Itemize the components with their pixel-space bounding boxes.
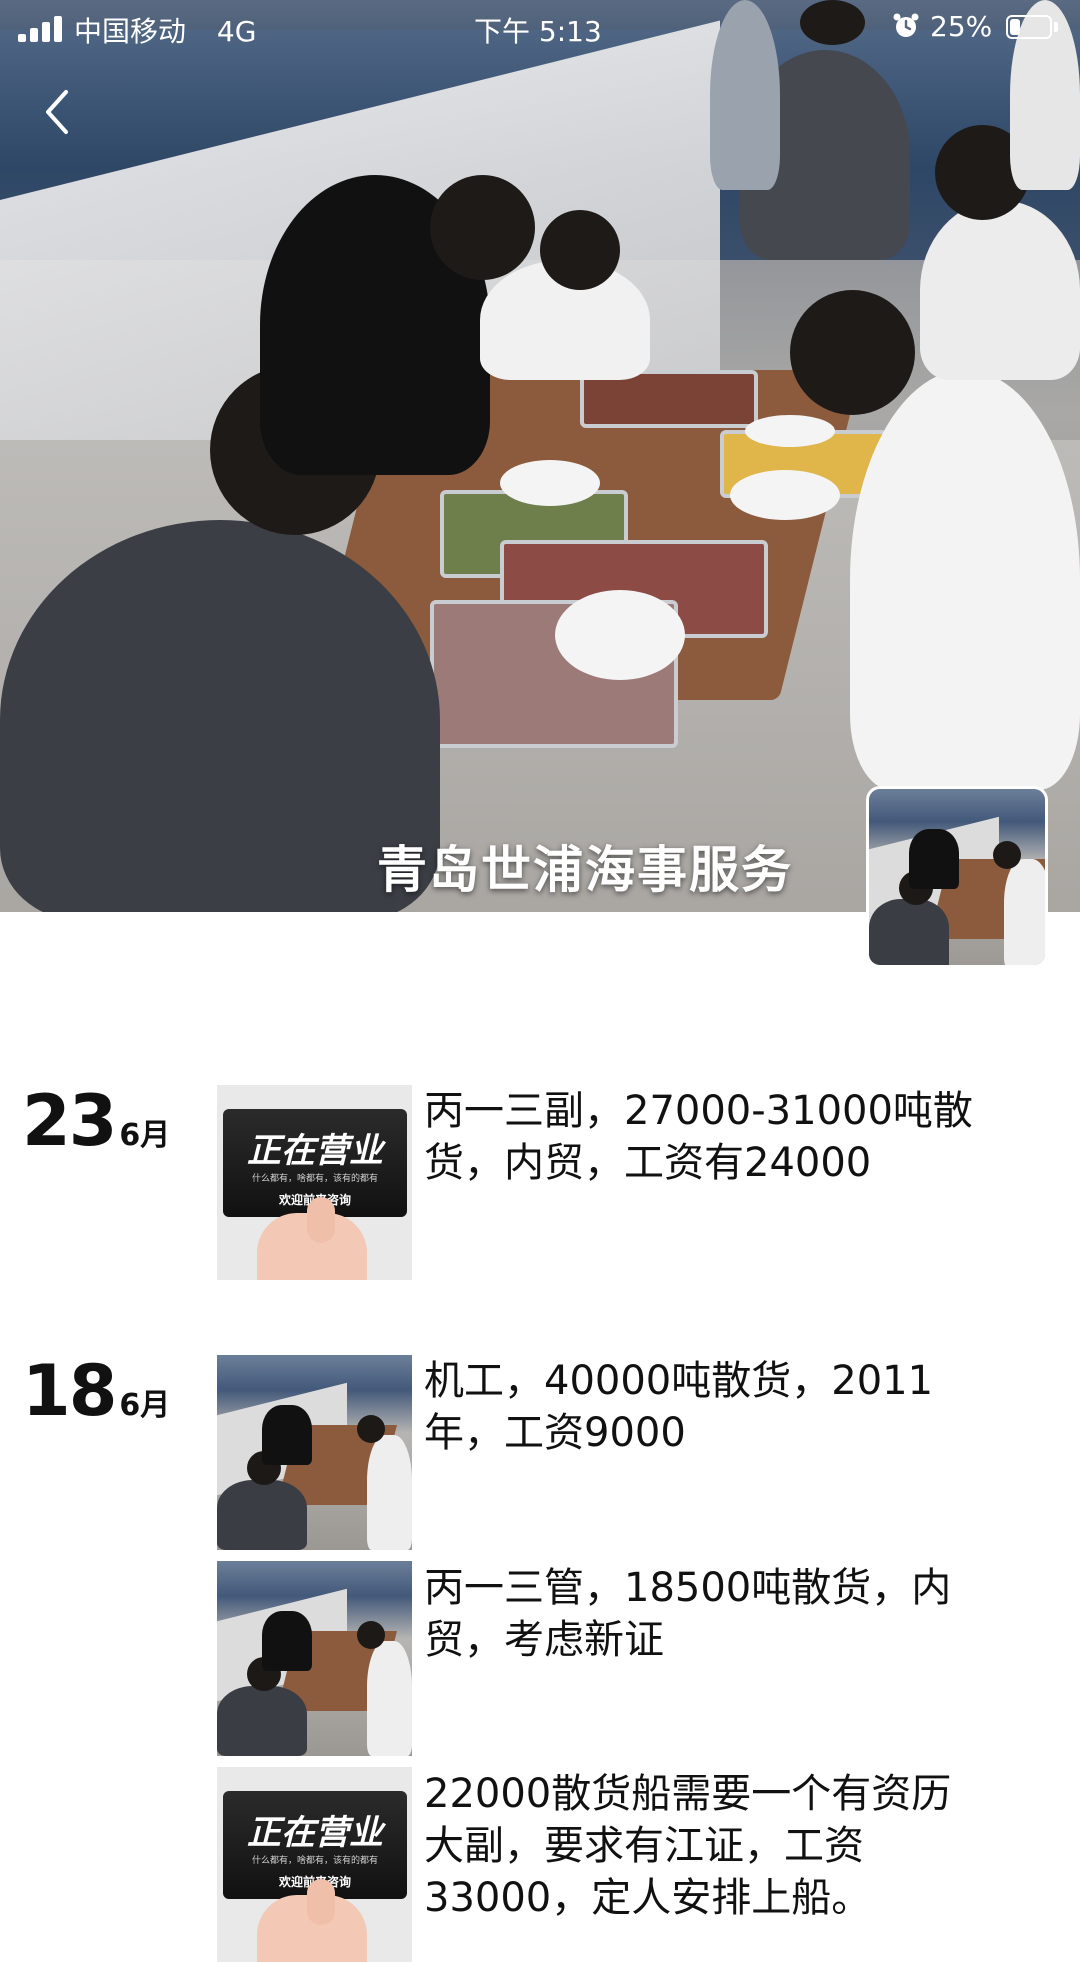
card-title: 正在营业: [247, 1131, 383, 1171]
date-month: 6月: [119, 1388, 171, 1423]
card-title: 正在营业: [247, 1813, 383, 1853]
alarm-icon: [893, 13, 919, 37]
cover-plate: [730, 470, 840, 520]
post-text[interactable]: 丙一三副，27000-31000吨散货，内贸，工资有24000: [424, 1085, 1004, 1189]
signal-icon: [18, 14, 64, 42]
post-text[interactable]: 22000散货船需要一个有资历大副，要求有江证，工资33000，定人安排上船。: [424, 1768, 984, 1924]
finger-image: [307, 1879, 335, 1925]
avatar[interactable]: [866, 786, 1048, 968]
battery-icon: [1006, 15, 1052, 39]
timeline-date: 23 6月: [22, 1080, 170, 1162]
post-thumbnail[interactable]: 正在营业 什么都有，啥都有，该有的都有 欢迎前来咨询: [217, 1767, 412, 1962]
date-day: 23: [22, 1080, 117, 1162]
status-bar: 中国移动 4G 下午 5:13 25%: [0, 0, 1080, 56]
post-text[interactable]: 丙一三管，18500吨散货，内贸，考虑新证: [424, 1562, 1004, 1666]
battery-level: [1010, 19, 1020, 35]
card-subtitle: 什么都有，啥都有，该有的都有: [251, 1174, 378, 1184]
cover-plate: [500, 460, 600, 506]
cover-person: [920, 200, 1080, 380]
status-time: 下午 5:13: [474, 15, 602, 48]
date-day: 18: [22, 1350, 117, 1432]
date-month: 6月: [119, 1118, 171, 1153]
finger-image: [307, 1197, 335, 1243]
post-thumbnail[interactable]: [217, 1561, 412, 1756]
timeline-date: 18 6月: [22, 1350, 170, 1432]
cover-photo[interactable]: [0, 0, 1080, 912]
post-thumbnail[interactable]: 正在营业 什么都有，啥都有，该有的都有 欢迎前来咨询: [217, 1085, 412, 1280]
cover-person-head: [540, 210, 620, 290]
cover-plate: [745, 415, 835, 447]
card-subtitle: 什么都有，啥都有，该有的都有: [251, 1856, 378, 1866]
cover-plate: [555, 590, 685, 680]
network-type: 4G: [216, 15, 257, 48]
post-thumbnail[interactable]: [217, 1355, 412, 1550]
cover-person-head: [790, 290, 915, 415]
carrier-name: 中国移动: [74, 15, 187, 48]
battery-percentage: 25%: [930, 10, 993, 43]
post-text[interactable]: 机工，40000吨散货，2011年，工资9000: [424, 1355, 1004, 1459]
battery-cap: [1054, 22, 1058, 32]
cover-person-head: [430, 175, 535, 280]
back-button[interactable]: [34, 82, 82, 142]
cover-person: [850, 370, 1080, 790]
chevron-left-icon: [46, 90, 68, 134]
